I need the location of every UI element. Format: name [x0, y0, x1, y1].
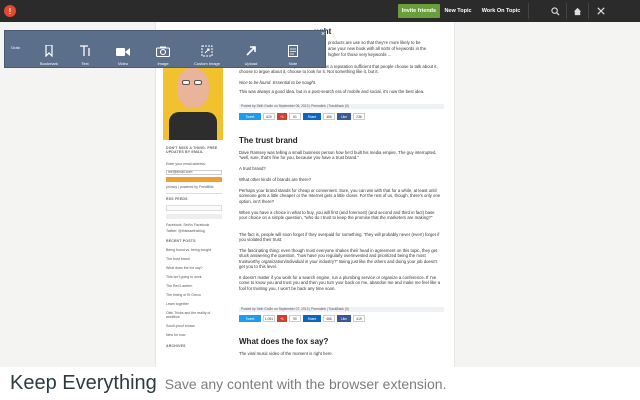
rss-buttons[interactable]: [166, 205, 222, 211]
post-meta: Posted by Seth Godin on September 07, 20…: [239, 307, 444, 312]
tool-label: Note: [288, 61, 298, 66]
recent-post-link[interactable]: The timing of El Greco: [166, 293, 201, 297]
recent-post-link[interactable]: Obit: Tricks and the reality of workflow: [166, 311, 224, 319]
clip-upload-button[interactable]: Upload: [229, 34, 273, 66]
post-meta: Posted by Seth Godin on September 06, 20…: [239, 104, 444, 109]
share-count: 466: [323, 113, 335, 120]
tool-label: Text: [81, 61, 89, 66]
bookmark-icon: [45, 45, 53, 57]
post-paragraph: The fascinating thing: even though most …: [239, 248, 438, 270]
gplus-count: 61: [289, 113, 301, 120]
home-icon[interactable]: [570, 4, 584, 18]
screenshot: ! Invite friends New Topic Work On Topic…: [0, 0, 640, 400]
tool-label: Image: [157, 61, 169, 66]
recent-post-link[interactable]: What does the fox say?: [166, 266, 203, 270]
post-paragraph: It doesn't matter if you work for a sear…: [239, 275, 441, 291]
share-bar: Tweet 620 +1 61 Share 466 Like 236: [239, 113, 365, 120]
crop-icon: [201, 45, 213, 57]
archives-heading: ARCHIVES: [166, 344, 186, 348]
divider: [588, 3, 589, 19]
email-label: Enter your email address:: [166, 162, 206, 166]
recent-post-link[interactable]: New for now: [166, 333, 185, 337]
tweet-button[interactable]: Tweet: [239, 113, 261, 120]
recent-post-link[interactable]: Learn together: [166, 302, 189, 306]
recent-post-link[interactable]: Being found vs. being sought: [166, 248, 211, 252]
tool-label: Video: [117, 61, 129, 66]
grab-label: Grab: [11, 45, 20, 50]
like-count: 236: [353, 113, 365, 120]
post-text: ame your new book with all sorts of keyw…: [328, 46, 427, 51]
post-paragraph: The fact is, people will soon forget if …: [239, 232, 440, 243]
upload-icon: [246, 46, 256, 56]
invite-friends-button[interactable]: Invite friends: [398, 4, 440, 18]
post-text: products are use so that they're more li…: [328, 40, 421, 45]
post-paragraph: Nice to be found. Essential to be sought…: [239, 80, 317, 85]
recent-post-link[interactable]: The trust brand: [166, 257, 190, 261]
tweet-button[interactable]: Tweet: [239, 315, 261, 322]
post-paragraph: Perhaps your brand stands for cheap or c…: [239, 188, 441, 204]
recent-post-link[interactable]: This isn't going to work: [166, 275, 202, 279]
clip-note-button[interactable]: Note: [271, 34, 315, 66]
post-title[interactable]: The trust brand: [239, 136, 298, 145]
rss-heading: RSS FEEDS: [166, 197, 188, 201]
clipper-toolbar-popup: Grab × Bookmark Text Video Image Custom …: [4, 30, 326, 68]
app-top-bar: ! Invite friends New Topic Work On Topic: [0, 0, 640, 22]
clip-video-button[interactable]: Video: [101, 34, 145, 66]
video-icon: [116, 48, 130, 56]
gplus-button[interactable]: +1: [277, 315, 287, 322]
gplus-count: 90: [289, 315, 301, 322]
new-topic-button[interactable]: New Topic: [442, 4, 474, 18]
post-paragraph: Dave Ramsey was telling a small business…: [239, 150, 437, 161]
post-paragraph: The viral music video of the moment is r…: [239, 351, 333, 356]
tweet-count: 620: [263, 113, 275, 120]
newsletter-heading: DON'T MISS A THING. FREE UPDATES BY EMAI…: [166, 146, 218, 154]
linkedin-share-button[interactable]: Share: [303, 113, 321, 120]
text-icon: [80, 45, 90, 56]
divider: [566, 3, 567, 19]
clip-image-button[interactable]: Image: [141, 34, 185, 66]
post-paragraph: What other kinds of brands are there?: [239, 177, 312, 182]
recent-post-link[interactable]: Scroll-proof shows: [166, 324, 195, 328]
email-value: me@email.com: [168, 170, 193, 174]
promo-title: Keep Everything: [10, 372, 157, 394]
privacy-text: privacy | powered by FeedBlitz: [166, 185, 214, 189]
tool-label: Upload: [244, 61, 258, 66]
camera-icon: [156, 46, 170, 57]
clip-custom-image-button[interactable]: Custom Image: [185, 34, 229, 66]
tool-label: Custom Image: [193, 61, 220, 66]
close-popup-icon[interactable]: ×: [321, 31, 325, 38]
search-icon[interactable]: [548, 4, 562, 18]
post-paragraph: This was always a good idea, but in a po…: [239, 89, 425, 94]
like-count: 419: [353, 315, 365, 322]
facebook-like-button[interactable]: Like: [337, 315, 351, 322]
share-bar: Tweet 1,051 +1 90 Share 466 Like 419: [239, 315, 365, 322]
tweet-count: 1,051: [263, 315, 275, 322]
recent-post-link[interactable]: The Red Lantern: [166, 284, 192, 288]
note-icon: [288, 45, 298, 57]
post-title[interactable]: What does the fox say?: [239, 337, 328, 346]
facebook-link[interactable]: Facebook: Seth's Facebook: [166, 223, 209, 227]
linkedin-share-button[interactable]: Share: [303, 315, 321, 322]
facebook-like-button[interactable]: Like: [337, 113, 351, 120]
recent-posts-heading: RECENT POSTS: [166, 239, 196, 243]
post-paragraph: When you have a choice in what to buy, y…: [239, 210, 435, 221]
tool-label: Bookmark: [39, 61, 58, 66]
divider: [166, 193, 222, 194]
share-count: 466: [323, 315, 335, 322]
promo-caption: Keep Everything Save any content with th…: [0, 367, 640, 400]
twitter-link[interactable]: Twitter: @thisissethsblog: [166, 229, 205, 233]
post-text: higher for those very keywords ...: [328, 52, 392, 57]
subscribe-button[interactable]: [166, 177, 222, 182]
gplus-button[interactable]: +1: [277, 113, 287, 120]
close-icon[interactable]: [594, 4, 608, 18]
subscribe-links[interactable]: [166, 214, 222, 219]
promo-subtitle: Save any content with the browser extens…: [164, 375, 447, 392]
post-paragraph: A trust brand?: [239, 166, 266, 171]
work-on-topic-button[interactable]: Work On Topic: [478, 4, 524, 18]
app-logo-icon[interactable]: !: [4, 5, 16, 17]
divider: [528, 3, 529, 19]
